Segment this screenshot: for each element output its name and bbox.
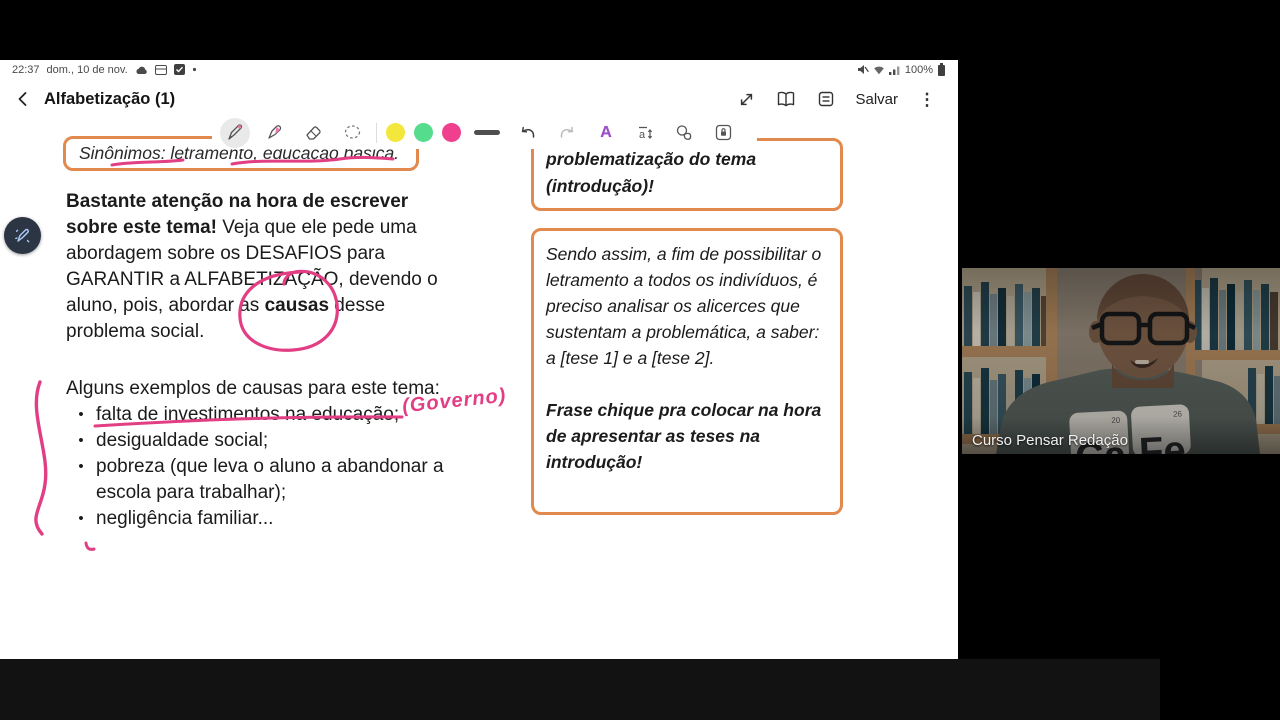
thesis-note: Frase chique pra colocar na hora de apre… <box>546 400 822 472</box>
status-time: 22:37 <box>12 63 40 76</box>
problematization-text: problematização do tema (introdução)! <box>546 149 757 196</box>
paragraph-segment: GARANTIR a ALFABETIZAÇÃO, devendo o <box>66 269 438 290</box>
participant-name-label: Curso Pensar Redação <box>972 432 1128 449</box>
battery-percent: 100% <box>904 63 933 76</box>
attention-paragraph: Bastante atenção na hora de escrever sobr… <box>66 189 496 345</box>
paragraph-segment: Bastante atenção na hora de escrever <box>66 191 409 212</box>
paragraph-segment: causas <box>264 295 330 316</box>
page-list-icon[interactable] <box>811 84 841 114</box>
svg-text:a: a <box>639 129 646 141</box>
causes-bullets: • falta de investimentos na educação; • des… <box>66 402 466 532</box>
reading-mode-icon[interactable] <box>771 84 801 114</box>
ink-small-tick <box>84 541 96 551</box>
notification-dot-icon <box>192 67 197 72</box>
paragraph-segment: aluno, pois, abordar as <box>66 295 265 316</box>
color-green-swatch[interactable] <box>414 123 433 142</box>
drawing-toolbar: A a <box>212 116 757 149</box>
letterbox-bottom <box>0 659 1160 720</box>
status-bar: 22:37 dom., 10 de nov. 100% <box>0 60 958 79</box>
redo-icon[interactable] <box>552 118 582 148</box>
app-header: Alfabetização (1) Salvar ⋮ <box>0 79 958 119</box>
battery-icon <box>937 63 946 76</box>
bullet-dot: • <box>78 432 84 449</box>
signal-icon <box>888 65 901 75</box>
screen-share-tablet: 22:37 dom., 10 de nov. 100% Alfabetizaçã… <box>0 60 958 659</box>
fullscreen-icon[interactable] <box>731 84 761 114</box>
bullet-dot: • <box>78 458 84 475</box>
thesis-model-sentence: Sendo assim, a fim de possibilitar o let… <box>546 244 822 368</box>
spen-icon <box>15 228 30 243</box>
list-item: • negligência familiar... <box>66 506 466 532</box>
paragraph-segment: problema social. <box>66 321 205 342</box>
list-item-text: pobreza (que leva o aluno a abandonar a … <box>96 456 444 503</box>
paragraph-segment: abordagem sobre os DESAFIOS para <box>66 243 385 264</box>
lock-icon[interactable] <box>708 118 738 148</box>
bullet-dot: • <box>78 406 84 423</box>
paragraph-segment: Veja que ele pede uma <box>217 217 417 238</box>
paragraph-segment: sobre este tema! <box>66 217 218 238</box>
save-button[interactable]: Salvar <box>851 91 902 108</box>
color-yellow-swatch[interactable] <box>386 123 405 142</box>
shapes-icon[interactable] <box>669 118 699 148</box>
checkbox-icon <box>173 64 185 75</box>
eraser-tool-icon[interactable] <box>298 118 328 148</box>
color-pink-swatch[interactable] <box>442 123 461 142</box>
highlighter-tool-icon[interactable] <box>259 118 289 148</box>
pen-tool-icon[interactable] <box>220 117 250 148</box>
stroke-width-icon[interactable] <box>474 130 500 135</box>
list-item: • desigualdade social; <box>66 428 466 454</box>
mute-icon <box>857 64 869 75</box>
webcam-scene: 20 26 Ca Fe <box>962 268 1280 454</box>
font-style-icon[interactable]: A <box>591 118 621 148</box>
window-icon <box>154 64 167 75</box>
list-item: • pobreza (que leva o aluno a abandonar a… <box>66 454 466 506</box>
spen-air-command-button[interactable] <box>4 217 41 254</box>
back-button[interactable] <box>6 82 40 116</box>
webcam-video: 20 26 Ca Fe Curso Pensar Redação <box>962 268 1280 454</box>
list-item-text: desigualdade social; <box>96 430 269 451</box>
paragraph-segment: desse <box>329 295 386 316</box>
list-item-text: negligência familiar... <box>96 508 274 529</box>
toolbar-divider <box>376 122 377 143</box>
undo-icon[interactable] <box>513 118 543 148</box>
cloud-icon <box>135 65 148 75</box>
bullet-dot: • <box>78 510 84 527</box>
lasso-select-icon[interactable] <box>337 118 367 148</box>
wifi-icon <box>873 65 885 75</box>
text-size-icon[interactable]: a <box>630 118 660 148</box>
note-title: Alfabetização (1) <box>44 89 176 108</box>
ink-left-bracket <box>34 380 48 536</box>
more-menu-icon[interactable]: ⋮ <box>912 84 942 114</box>
thesis-box: Sendo assim, a fim de possibilitar o let… <box>531 228 843 515</box>
status-date: dom., 10 de nov. <box>46 63 128 76</box>
